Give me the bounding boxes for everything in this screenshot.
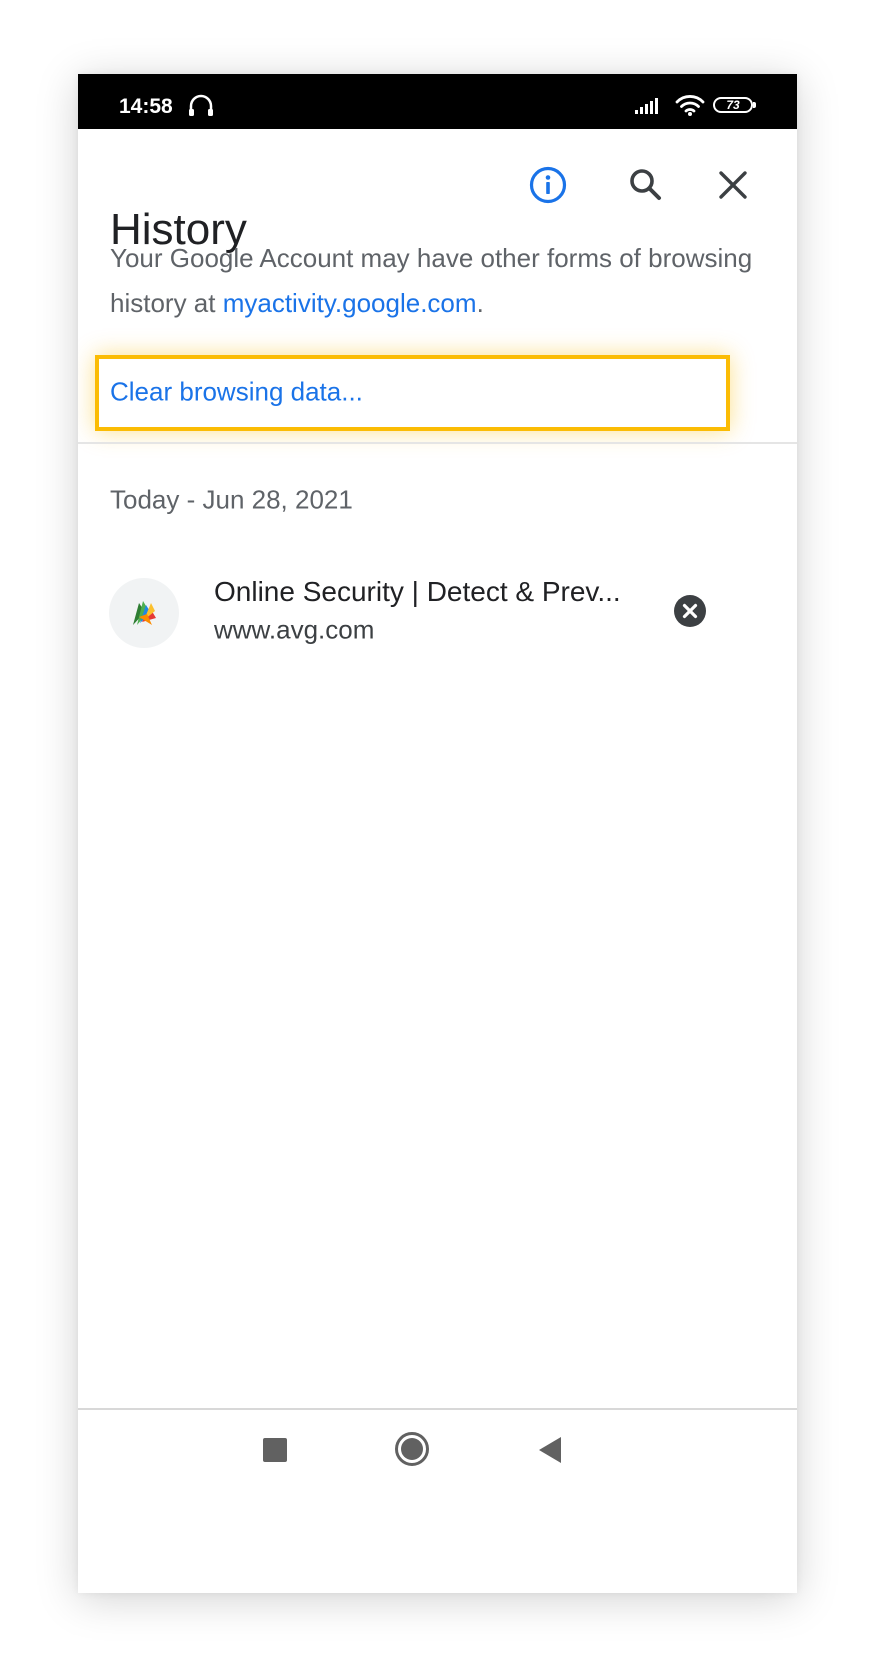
navbar-divider bbox=[78, 1408, 797, 1410]
search-icon[interactable] bbox=[624, 164, 666, 206]
history-item-url: www.avg.com bbox=[214, 614, 375, 645]
info-icon[interactable] bbox=[527, 164, 569, 206]
history-item-title: Online Security | Detect & Prev... bbox=[214, 576, 621, 607]
close-icon[interactable] bbox=[712, 164, 754, 206]
battery-indicator: 73 bbox=[713, 97, 753, 113]
wifi-icon bbox=[675, 95, 705, 116]
history-item[interactable]: Online Security | Detect & Prev... www.a… bbox=[78, 568, 797, 656]
headset-icon bbox=[189, 94, 213, 116]
account-note-suffix: . bbox=[476, 288, 484, 318]
recents-icon[interactable] bbox=[263, 1438, 287, 1462]
account-history-note: Your Google Account may have other forms… bbox=[110, 236, 760, 326]
status-time: 14:58 bbox=[119, 95, 173, 118]
clear-browsing-data-link[interactable]: Clear browsing data... bbox=[110, 377, 363, 408]
back-icon[interactable] bbox=[538, 1436, 562, 1464]
remove-item-icon[interactable] bbox=[673, 594, 707, 628]
status-bar: 14:58 73 bbox=[78, 74, 797, 129]
section-divider bbox=[78, 442, 797, 444]
phone-screen: 14:58 73 History Your Google Account may… bbox=[78, 74, 797, 1593]
avg-favicon bbox=[109, 578, 179, 648]
avg-logo-icon bbox=[133, 601, 156, 625]
battery-tip bbox=[753, 102, 756, 108]
battery-level: 73 bbox=[726, 98, 740, 112]
myactivity-link[interactable]: myactivity.google.com bbox=[223, 288, 477, 318]
home-icon[interactable] bbox=[394, 1431, 430, 1467]
date-header: Today - Jun 28, 2021 bbox=[110, 484, 353, 515]
signal-icon bbox=[635, 98, 658, 114]
